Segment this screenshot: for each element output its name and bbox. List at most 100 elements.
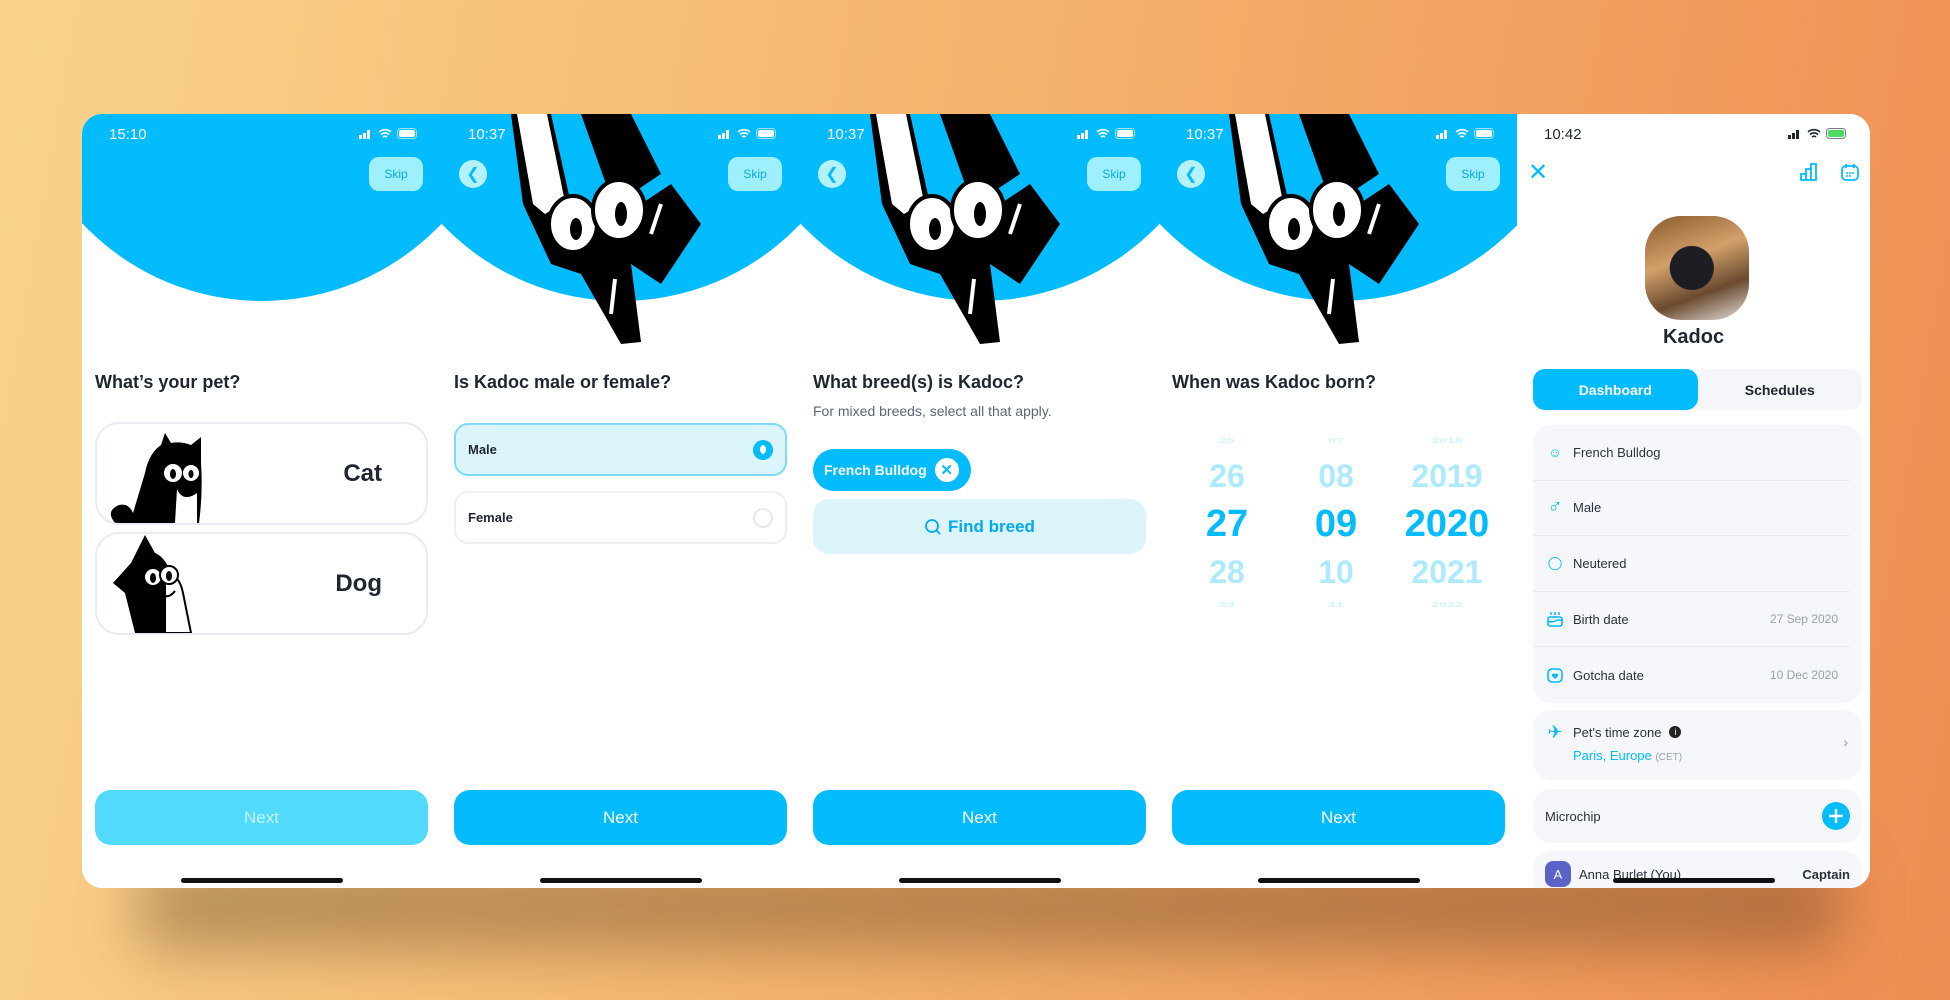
info-row-gotcha-date[interactable]: Gotcha date 10 Dec 2020 [1533,647,1850,703]
question-title: When was Kadoc born? [1172,372,1377,392]
back-button[interactable]: ❮ [818,160,846,188]
back-button[interactable]: ❮ [1177,160,1205,188]
question-title: What’s your pet? [95,372,241,392]
remove-chip-icon[interactable]: ✕ [934,458,959,482]
neutered-icon: ◯ [1547,555,1563,571]
option-label: Male [468,442,497,457]
skip-button[interactable]: Skip [369,157,423,191]
bar-chart-icon [1800,163,1817,181]
battery-icon [1826,128,1846,139]
info-label: Male [1573,500,1602,516]
close-button[interactable]: ✕ [1525,158,1551,186]
timezone-city: Paris, Europe [1573,748,1652,763]
breed-chip: French Bulldog ✕ [813,449,971,491]
year-wheel[interactable]: 2018 2019 2020 2021 2022 [1392,432,1502,616]
pet-avatar[interactable] [1645,216,1749,320]
signal-icon [1788,129,1799,139]
wheel-item: 29 [1219,600,1235,609]
find-breed-button[interactable]: Find breed [813,499,1146,554]
info-label: Birth date [1573,611,1629,627]
wheel-item: 11 [1328,600,1344,609]
chevron-left-icon: ❮ [1184,166,1198,183]
battery-icon [397,128,417,139]
next-button[interactable]: Next [813,790,1146,845]
calendar-button[interactable] [1837,159,1863,185]
calendar-icon [1841,164,1859,181]
wifi-icon [1807,128,1821,138]
chevron-left-icon: ❮ [825,166,839,183]
pet-info-card: ☺ French Bulldog ♂ Male ◯ Neutered Birth da… [1533,425,1862,703]
home-indicator [180,878,343,883]
timezone-card[interactable]: ✈ Pet's time zone i Paris, Europe (CET) › [1533,710,1862,780]
info-icon[interactable]: i [1669,726,1682,738]
next-button[interactable]: Next [1172,790,1505,845]
chevron-left-icon: ❮ [466,166,480,183]
info-label: French Bulldog [1573,444,1661,460]
search-icon [925,518,941,535]
month-wheel[interactable]: 07 08 09 10 11 [1281,432,1391,616]
status-time: 10:37 [468,126,506,143]
option-male[interactable]: Male [454,423,787,476]
option-label: Cat [343,460,382,487]
tab-schedules[interactable]: Schedules [1698,369,1863,410]
wheel-item: 28 [1209,554,1245,590]
wheel-item: 2021 [1411,554,1483,590]
member-role: Captain [1802,867,1850,882]
info-value: 27 Sep 2020 [1769,612,1838,627]
back-button[interactable]: ❮ [459,160,487,188]
wheel-item-selected: 09 [1314,503,1358,545]
status-icons [718,128,778,139]
hanging-dog-illustration [511,114,723,344]
wheel-item: 2019 [1411,458,1483,494]
skip-button[interactable]: Skip [1087,157,1141,191]
wheel-item-selected: 27 [1205,503,1249,545]
status-icons [1436,128,1496,139]
battery-icon [756,128,776,139]
signal-icon [1436,129,1447,139]
info-row-breed[interactable]: ☺ French Bulldog [1533,425,1850,481]
status-time: 10:42 [1544,126,1582,143]
option-dog[interactable]: Dog [95,532,428,635]
home-indicator [1612,878,1775,883]
chevron-right-icon: › [1843,734,1848,750]
day-wheel[interactable]: 25 26 27 28 29 [1172,432,1282,616]
info-row-neutered[interactable]: ◯ Neutered [1533,536,1850,592]
pet-name: Kadoc [1662,326,1725,348]
option-label: Female [468,510,513,525]
wheel-item-selected: 2020 [1404,503,1490,545]
status-icons [1788,128,1848,139]
status-time: 10:37 [827,126,865,143]
status-time: 10:37 [1186,126,1224,143]
info-label: Neutered [1573,555,1627,571]
screen-pet-profile: 10:42 ✕ Kadoc Dashboard Schedules ☺ Frenc… [1517,114,1870,888]
status-icons [359,128,419,139]
dog-face-icon: ☺ [1548,444,1562,460]
home-indicator [898,878,1061,883]
timezone-abbr: (CET) [1655,752,1683,763]
find-breed-label: Find breed [948,516,1035,536]
member-avatar: A [1545,861,1571,887]
info-row-birth-date[interactable]: Birth date 27 Sep 2020 [1533,592,1850,648]
hanging-dog-illustration [1229,114,1441,344]
option-cat[interactable]: Cat [95,422,428,525]
signal-icon [1077,129,1088,139]
cat-illustration [110,433,202,523]
next-button[interactable]: Next [95,790,428,845]
microchip-label: Microchip [1545,808,1601,824]
wheel-item: 26 [1209,458,1245,494]
option-female[interactable]: Female [454,491,787,544]
skip-button[interactable]: Skip [1446,157,1500,191]
add-microchip-icon[interactable] [1822,802,1850,830]
next-button[interactable]: Next [454,790,787,845]
radio-selected [753,439,773,460]
close-icon: ✕ [1527,158,1549,186]
signal-icon [718,129,729,139]
info-row-gender[interactable]: ♂ Male [1533,481,1850,537]
screen-birthdate: 10:37 ❮ Skip When was Kadoc born? 25 26 27… [1159,114,1518,888]
stats-button[interactable] [1796,159,1822,185]
question-title: What breed(s) is Kadoc? [813,372,1025,392]
tab-bar: Dashboard Schedules [1533,369,1862,410]
question-title: Is Kadoc male or female? [454,372,672,392]
skip-button[interactable]: Skip [728,157,782,191]
tab-dashboard[interactable]: Dashboard [1533,369,1698,410]
